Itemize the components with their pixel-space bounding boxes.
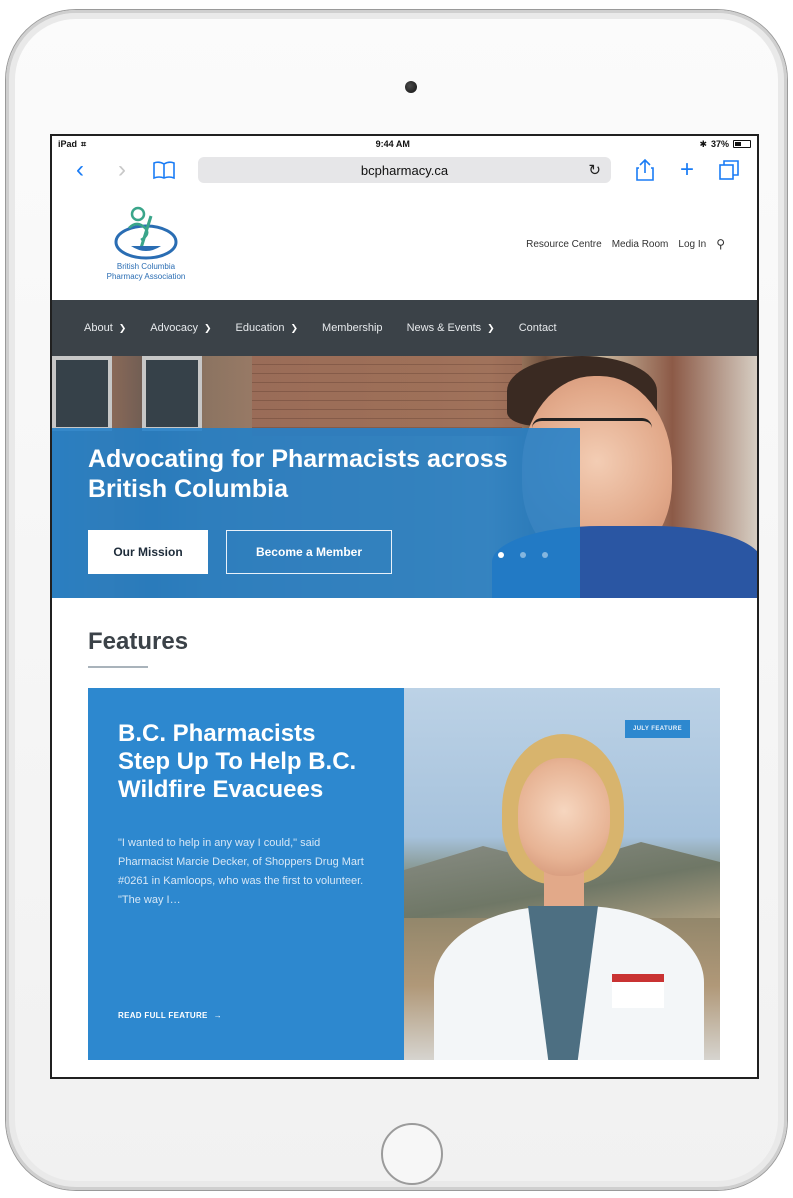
carousel-dot-2[interactable] [520, 552, 526, 558]
nav-item-advocacy[interactable]: Advocacy ❯ [150, 322, 211, 334]
nav-label: Membership [322, 322, 383, 334]
chevron-down-icon: ❯ [290, 322, 299, 333]
nav-label: Contact [518, 322, 557, 334]
mortar-pestle-icon [114, 206, 178, 260]
utility-nav: Resource Centre Media Room Log In ⚲ [526, 237, 725, 251]
hero-buttons: Our Mission Become a Member [88, 530, 392, 574]
home-button[interactable] [381, 1123, 443, 1185]
nav-item-about[interactable]: About ❯ [84, 322, 126, 334]
status-time: 9:44 AM [375, 139, 410, 149]
tabs-icon[interactable] [715, 156, 743, 184]
nav-label: Education [235, 322, 285, 334]
nav-item-membership[interactable]: Membership [322, 322, 383, 334]
main-nav: About ❯ Advocacy ❯ Education ❯ Membershi… [52, 300, 757, 356]
nav-item-education[interactable]: Education ❯ [236, 322, 298, 334]
features-section: Features B.C. Pharmacists Step Up To Hel… [52, 598, 757, 1060]
status-bar: iPad ⌗ 9:44 AM ✱ 37% [52, 136, 757, 152]
nav-label: About [84, 322, 113, 334]
util-link-log-in[interactable]: Log In [678, 239, 706, 250]
battery-icon [733, 140, 751, 148]
feature-card[interactable]: B.C. Pharmacists Step Up To Help B.C. Wi… [88, 688, 720, 1060]
site-header: British Columbia Pharmacy Association Re… [52, 188, 757, 300]
battery-percent: 37% [710, 139, 729, 149]
hero-title: Advocating for Pharmacists across Britis… [88, 445, 508, 503]
hero-carousel: Advocating for Pharmacists across Britis… [52, 356, 757, 598]
util-link-resource-centre[interactable]: Resource Centre [526, 239, 602, 250]
new-tab-icon[interactable]: + [673, 156, 701, 184]
forward-icon[interactable]: › [108, 156, 136, 184]
address-bar[interactable]: bcpharmacy.ca ↻ [198, 157, 611, 183]
feature-heading[interactable]: B.C. Pharmacists Step Up To Help B.C. Wi… [118, 720, 374, 804]
nav-item-news-events[interactable]: News & Events ❯ [407, 322, 495, 334]
chevron-down-icon: ❯ [487, 322, 495, 333]
url-text: bcpharmacy.ca [360, 162, 449, 178]
our-mission-button[interactable]: Our Mission [88, 530, 208, 574]
read-full-feature-link[interactable]: READ FULL FEATURE → [118, 1011, 222, 1020]
search-icon[interactable]: ⚲ [716, 237, 725, 251]
bookmarks-icon[interactable] [150, 156, 178, 184]
bluetooth-icon: ✱ [699, 138, 707, 149]
become-member-button[interactable]: Become a Member [226, 530, 392, 574]
carousel-dot-1[interactable] [498, 552, 504, 558]
nav-label: News & Events [406, 322, 482, 334]
logo-line-1: British Columbia [116, 262, 176, 271]
feature-tag: JULY FEATURE [624, 720, 690, 738]
reload-icon[interactable]: ↻ [588, 161, 601, 179]
logo-text: British Columbia Pharmacy Association [107, 262, 186, 282]
feature-image: JULY FEATURE [404, 688, 720, 1060]
feature-person-face [518, 758, 610, 876]
chevron-down-icon: ❯ [118, 322, 127, 333]
front-camera [405, 81, 417, 93]
arrow-right-icon: → [213, 1011, 223, 1020]
wifi-icon: ⌗ [81, 138, 87, 149]
features-title: Features [88, 628, 189, 655]
back-icon[interactable]: ‹ [66, 156, 94, 184]
feature-person-badge [612, 974, 664, 1008]
feature-quote: "I wanted to help in any way I could," s… [118, 837, 364, 906]
screen: iPad ⌗ 9:44 AM ✱ 37% ‹ › bcpharmacy.ca ↻… [50, 134, 759, 1079]
browser-toolbar: ‹ › bcpharmacy.ca ↻ + [52, 152, 757, 188]
hero-bg-window [52, 356, 112, 431]
chevron-down-icon: ❯ [204, 322, 212, 333]
hero-bg-window [142, 356, 202, 431]
feature-link-label: READ FULL FEATURE [118, 1011, 208, 1020]
hero-bg-brick [252, 356, 522, 436]
nav-label: Advocacy [150, 322, 198, 334]
logo-line-2: Pharmacy Association [106, 272, 186, 281]
nav-item-contact[interactable]: Contact [519, 322, 557, 334]
share-icon[interactable] [631, 156, 659, 184]
util-link-media-room[interactable]: Media Room [612, 239, 669, 250]
carousel-dots [498, 552, 548, 558]
feature-text-panel: B.C. Pharmacists Step Up To Help B.C. Wi… [88, 688, 404, 1060]
device-name: iPad [58, 139, 78, 149]
features-underline [88, 666, 148, 668]
site-logo[interactable]: British Columbia Pharmacy Association [86, 206, 206, 282]
carousel-dot-3[interactable] [542, 552, 548, 558]
